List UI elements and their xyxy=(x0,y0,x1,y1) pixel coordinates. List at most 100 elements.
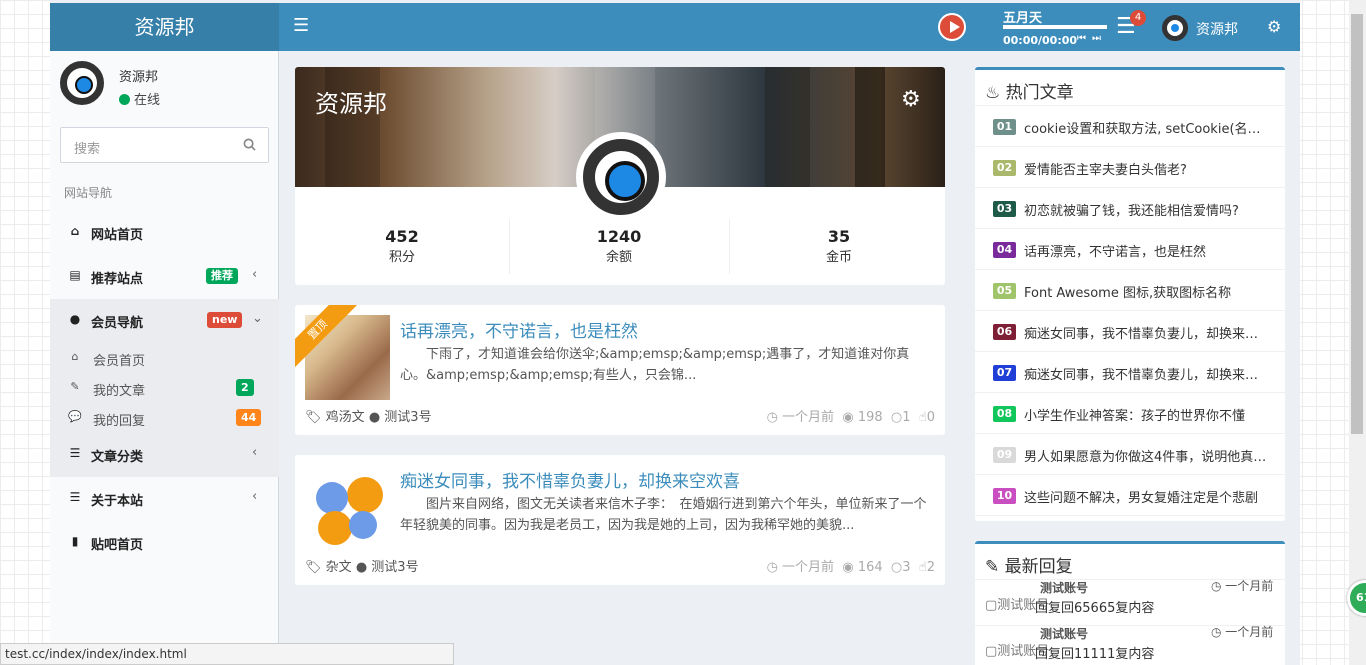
reply-content: 回复回65665复内容 xyxy=(1035,601,1155,616)
post-views: 198 xyxy=(857,410,883,425)
sidebar-item-member[interactable]: ● 会员导航 new ⌄ xyxy=(50,299,279,343)
hot-article-item[interactable]: 10 这些问题不解决，男女复婚注定是个悲剧 xyxy=(975,475,1285,516)
stat-coins: 35 金币 xyxy=(732,227,945,265)
sidebar-subitem-my-articles[interactable]: ✎ 我的文章 2 xyxy=(50,373,279,403)
user-name[interactable]: 资源邦 xyxy=(1196,19,1238,39)
chevron-left-icon: ‹ xyxy=(252,489,258,504)
user-avatar[interactable] xyxy=(1162,15,1188,41)
home-icon: ⌂ xyxy=(70,224,80,238)
brand-logo[interactable]: 资源邦 xyxy=(50,3,279,51)
music-controls[interactable]: ⏮⏭ xyxy=(1077,33,1107,44)
stat-balance: 1240 余额 xyxy=(512,227,726,265)
rank-badge: 02 xyxy=(993,160,1016,176)
hot-article-title[interactable]: Font Awesome 图标,获取图标名称 xyxy=(1024,282,1269,301)
sidebar-item-label: 会员首页 xyxy=(93,354,146,369)
sidebar-item-label: 文章分类 xyxy=(91,450,144,465)
post-likes: 2 xyxy=(926,560,935,575)
next-icon[interactable]: ⏭ xyxy=(1092,33,1107,44)
box-title: 热门文章 xyxy=(1005,83,1074,103)
rank-badge: 01 xyxy=(993,119,1016,135)
hot-article-item[interactable]: 04 话再漂亮，不守诺言，也是枉然 xyxy=(975,229,1285,270)
hot-article-item[interactable]: 05 Font Awesome 图标,获取图标名称 xyxy=(975,270,1285,311)
sidebar-user-name: 资源邦 xyxy=(119,70,159,85)
rank-badge: 05 xyxy=(993,283,1016,299)
hot-article-item[interactable]: 09 男人如果愿意为你做这4件事，说明他真的爱你 xyxy=(975,434,1285,475)
thumbs-up-icon[interactable]: ☝ xyxy=(919,410,927,425)
sidebar-item-label: 关于本站 xyxy=(91,494,144,509)
banner-building xyxy=(765,67,810,187)
count-badge: 44 xyxy=(236,409,262,426)
sidebar-subitem-member-home[interactable]: ⌂ 会员首页 xyxy=(50,343,279,373)
gears-icon[interactable]: ⚙ xyxy=(1267,17,1281,36)
post-title[interactable]: 话再漂亮，不守诺言，也是枉然 xyxy=(400,317,638,342)
sidebar-avatar xyxy=(60,61,104,105)
tag-icon: 🏷 xyxy=(305,560,322,575)
thumbs-up-icon[interactable]: ☝ xyxy=(919,560,927,575)
chevron-left-icon: ‹ xyxy=(252,445,258,460)
hot-article-title[interactable]: 初恋就被骗了钱，我还能相信爱情吗? xyxy=(1024,200,1269,219)
profile-title: 资源邦 xyxy=(315,90,387,118)
section-header: 网站导航 xyxy=(64,186,113,200)
search-input[interactable]: 搜索 xyxy=(60,127,269,163)
reply-time-text: 一个月前 xyxy=(1225,625,1274,639)
post-time: 一个月前 xyxy=(782,560,835,575)
sidebar-item-recommended[interactable]: ▤ 推荐站点 推荐 ‹ xyxy=(50,255,279,299)
sidebar-item-about[interactable]: ☰ 关于本站 ‹ xyxy=(50,477,279,521)
app: 资源邦 ☰ 五月天 00:00/00:00 ⏮⏭ ☰ 4 资源邦 ⚙ 资源邦 在… xyxy=(50,0,1300,665)
sidebar-item-label: 贴吧首页 xyxy=(91,538,144,553)
reply-item[interactable]: 测试账号 ◷ 一个月前 ▢测试账号 回复回65665复内容 xyxy=(975,579,1285,626)
box-title: 最新回复 xyxy=(1004,557,1073,577)
hot-article-item[interactable]: 08 小学生作业神答案：孩子的世界你不懂 xyxy=(975,393,1285,434)
box-header: ✎ 最新回复 xyxy=(975,544,1285,580)
sidebar-item-forum[interactable]: ▮ 贴吧首页 xyxy=(50,521,279,565)
comment-icon: ○ xyxy=(890,410,903,425)
scrollbar-thumb[interactable] xyxy=(1351,14,1363,434)
post-tag[interactable]: 杂文 xyxy=(326,560,352,575)
play-button[interactable] xyxy=(938,13,966,41)
hot-article-title[interactable]: 爱情能否主宰夫妻白头偕老? xyxy=(1024,159,1269,178)
top-navbar: 资源邦 ☰ 五月天 00:00/00:00 ⏮⏭ ☰ 4 资源邦 ⚙ xyxy=(50,3,1300,51)
clock-icon: ◷ xyxy=(766,560,778,575)
hot-article-title[interactable]: 话再漂亮，不守诺言，也是枉然 xyxy=(1024,241,1269,260)
hot-article-item[interactable]: 07 痴迷女同事，我不惜辜负妻儿，却换来空欢喜 xyxy=(975,352,1285,393)
banner-building xyxy=(855,67,885,187)
search-icon[interactable] xyxy=(243,138,256,151)
recommended-badge: 推荐 xyxy=(206,268,238,284)
post-title[interactable]: 痴迷女同事，我不惜辜负妻儿，却换来空欢喜 xyxy=(400,467,740,492)
hot-article-title[interactable]: 男人如果愿意为你做这4件事，说明他真的爱你 xyxy=(1024,446,1269,465)
tag-icon: 🏷 xyxy=(305,410,322,425)
post-author[interactable]: 测试3号 xyxy=(384,410,431,425)
post-tag[interactable]: 鸡汤文 xyxy=(326,410,365,425)
reply-time-text: 一个月前 xyxy=(1225,579,1274,593)
hot-article-title[interactable]: cookie设置和获取方法, setCookie(名称, 值, 天数) xyxy=(1024,118,1269,137)
sidebar-item-label: 我的回复 xyxy=(93,414,146,429)
sidebar-item-home[interactable]: ⌂ 网站首页 xyxy=(50,211,279,255)
edit-icon: ✎ xyxy=(985,557,1000,577)
post-author[interactable]: 测试3号 xyxy=(371,560,418,575)
hot-article-item[interactable]: 06 痴迷女同事，我不惜辜负妻儿，却换来空欢喜 xyxy=(975,311,1285,352)
hot-article-item[interactable]: 02 爱情能否主宰夫妻白头偕老? xyxy=(975,147,1285,188)
sidebar-subitem-my-replies[interactable]: 💬 我的回复 44 xyxy=(50,403,279,433)
divider xyxy=(729,219,730,274)
prev-icon[interactable]: ⏮ xyxy=(1077,33,1092,44)
hot-article-title[interactable]: 小学生作业神答案：孩子的世界你不懂 xyxy=(1024,405,1269,424)
gear-icon[interactable]: ⚙ xyxy=(901,87,921,112)
bars-icon[interactable]: ☰ xyxy=(293,15,309,36)
rank-badge: 10 xyxy=(993,488,1016,504)
post-thumbnail[interactable] xyxy=(305,465,390,550)
box-header: ♨ 热门文章 xyxy=(975,70,1285,106)
music-title: 五月天 xyxy=(1003,11,1043,26)
hot-article-title[interactable]: 痴迷女同事，我不惜辜负妻儿，却换来空欢喜 xyxy=(1024,364,1269,383)
hot-article-title[interactable]: 痴迷女同事，我不惜辜负妻儿，却换来空欢喜 xyxy=(1024,323,1269,342)
reply-item[interactable]: 测试账号 ◷ 一个月前 ▢测试账号 回复回11111复内容 xyxy=(975,625,1285,665)
hot-article-title[interactable]: 这些问题不解决，男女复婚注定是个悲剧 xyxy=(1024,487,1269,506)
hot-article-item[interactable]: 01 cookie设置和获取方法, setCookie(名称, 值, 天数) xyxy=(975,106,1285,147)
music-progress[interactable] xyxy=(1003,25,1107,29)
sidebar-item-categories[interactable]: ☰ 文章分类 ‹ xyxy=(50,433,279,477)
count-badge: 2 xyxy=(236,379,254,396)
online-status: 在线 xyxy=(119,89,160,108)
online-dot-icon xyxy=(119,94,130,105)
reply-time: ◷ 一个月前 xyxy=(1211,625,1274,639)
hot-article-item[interactable]: 03 初恋就被骗了钱，我还能相信爱情吗? xyxy=(975,188,1285,229)
post-stats: ◷ 一个月前 ◉ 198 ○1 ☝0 xyxy=(767,406,935,425)
